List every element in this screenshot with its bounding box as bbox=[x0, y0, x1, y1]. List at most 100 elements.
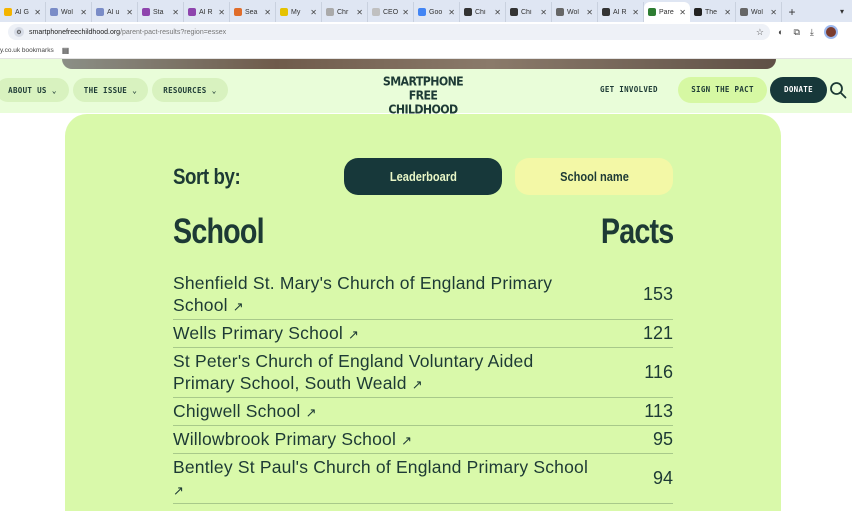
tab-favicon-icon bbox=[510, 8, 518, 16]
school-name: Willowbrook Primary School bbox=[173, 428, 397, 449]
close-tab-icon[interactable]: ✕ bbox=[679, 8, 686, 17]
close-tab-icon[interactable]: ✕ bbox=[632, 8, 639, 17]
browser-tab[interactable]: Sta ✕ bbox=[138, 2, 184, 22]
results-card: Sort by: Leaderboard School name School … bbox=[65, 114, 781, 511]
url-field[interactable]: ⚙ smartphonefreechildhood.org/parent-pac… bbox=[8, 24, 770, 40]
browser-tab[interactable]: The ✕ bbox=[690, 2, 736, 22]
browser-tab[interactable]: CEO ✕ bbox=[368, 2, 414, 22]
tab-favicon-icon bbox=[234, 8, 242, 16]
search-icon[interactable] bbox=[829, 81, 847, 99]
close-tab-icon[interactable]: ✕ bbox=[540, 8, 547, 17]
close-tab-icon[interactable]: ✕ bbox=[586, 8, 593, 17]
close-tab-icon[interactable]: ✕ bbox=[724, 8, 731, 17]
external-link-arrow-icon: ↗ bbox=[401, 432, 413, 448]
tab-favicon-icon bbox=[740, 8, 748, 16]
nav-about-us[interactable]: ABOUT US ⌄ bbox=[0, 78, 69, 102]
close-tab-icon[interactable]: ✕ bbox=[218, 8, 225, 17]
browser-tab[interactable]: AI u ✕ bbox=[92, 2, 138, 22]
browser-tab[interactable]: Pare ✕ bbox=[644, 2, 690, 22]
donate-button[interactable]: DONATE bbox=[770, 77, 827, 103]
school-link[interactable]: Bentley St Paul's Church of England Prim… bbox=[173, 456, 593, 502]
new-tab-button[interactable]: + bbox=[782, 2, 802, 22]
tab-favicon-icon bbox=[418, 8, 426, 16]
extension-icon[interactable]: ◐ bbox=[778, 27, 783, 37]
close-tab-icon[interactable]: ✕ bbox=[264, 8, 271, 17]
bookmark-item[interactable]: y.co.uk bookmarks bbox=[0, 47, 54, 54]
browser-tab[interactable]: Chi ✕ bbox=[460, 2, 506, 22]
school-link[interactable]: St Peter's Church of England Voluntary A… bbox=[173, 350, 593, 396]
pact-count: 153 bbox=[642, 284, 673, 304]
address-bar: ⚙ smartphonefreechildhood.org/parent-pac… bbox=[0, 22, 852, 42]
sign-the-pact-button[interactable]: SIGN THE PACT bbox=[678, 77, 767, 103]
tab-favicon-icon bbox=[50, 8, 58, 16]
tab-title: My bbox=[291, 8, 301, 16]
bookmark-star-icon[interactable]: ☆ bbox=[756, 27, 764, 38]
browser-tab[interactable]: AI R ✕ bbox=[184, 2, 230, 22]
browser-tab-strip: AI G ✕ Wol ✕ AI u ✕ Sta ✕ AI R ✕ Sea ✕ My ✕ Chr ✕ CEO ✕ Go… bbox=[0, 0, 852, 22]
browser-tab[interactable]: Sea ✕ bbox=[230, 2, 276, 22]
results-list: Shenfield St. Mary's Church of England P… bbox=[173, 270, 673, 504]
nav-the-issue[interactable]: THE ISSUE ⌄ bbox=[73, 78, 148, 102]
tab-title: Goo bbox=[429, 8, 443, 16]
sort-leaderboard-button[interactable]: Leaderboard bbox=[344, 158, 502, 195]
browser-tab[interactable]: Wol ✕ bbox=[736, 2, 782, 22]
nav-the-issue-label: THE ISSUE bbox=[83, 85, 128, 95]
browser-tab[interactable]: My ✕ bbox=[276, 2, 322, 22]
school-name: St Peter's Church of England Voluntary A… bbox=[173, 350, 534, 393]
pact-count: 113 bbox=[644, 401, 673, 421]
close-tab-icon[interactable]: ✕ bbox=[126, 8, 133, 17]
pacts-column-heading: Pacts bbox=[600, 212, 674, 251]
tab-title: Pare bbox=[659, 8, 674, 16]
pact-count: 121 bbox=[642, 323, 673, 343]
browser-tab[interactable]: Chi ✕ bbox=[506, 2, 552, 22]
school-name: Bentley St Paul's Church of England Prim… bbox=[173, 456, 589, 477]
table-row: Bentley St Paul's Church of England Prim… bbox=[173, 454, 673, 504]
sort-by-label: Sort by: bbox=[173, 164, 241, 189]
tab-favicon-icon bbox=[556, 8, 564, 16]
tab-favicon-icon bbox=[142, 8, 150, 16]
browser-tab[interactable]: Wol ✕ bbox=[46, 2, 92, 22]
browser-tab[interactable]: Goo ✕ bbox=[414, 2, 460, 22]
table-row: Shenfield St. Mary's Church of England P… bbox=[173, 270, 673, 320]
tab-search-icon[interactable]: ▾ bbox=[832, 2, 852, 22]
school-link[interactable]: Wells Primary School ↗ bbox=[173, 322, 593, 346]
tab-title: Chi bbox=[521, 8, 532, 16]
site-navigation: ABOUT US ⌄ THE ISSUE ⌄ RESOURCES ⌄ SMARTPHO… bbox=[0, 69, 852, 116]
pact-count: 116 bbox=[644, 362, 673, 382]
chevron-down-icon: ⌄ bbox=[51, 85, 57, 95]
close-tab-icon[interactable]: ✕ bbox=[34, 8, 41, 17]
browser-tab[interactable]: Chr ✕ bbox=[322, 2, 368, 22]
sort-school-name-button[interactable]: School name bbox=[515, 158, 673, 195]
extensions-puzzle-icon[interactable]: ⧉ bbox=[793, 27, 799, 38]
browser-tab[interactable]: AI G ✕ bbox=[0, 2, 46, 22]
school-link[interactable]: Chigwell School ↗ bbox=[173, 400, 593, 424]
browser-tab[interactable]: AI R ✕ bbox=[598, 2, 644, 22]
sort-leaderboard-label: Leaderboard bbox=[389, 169, 457, 184]
url-path: /parent-pact-results?region=essex bbox=[120, 28, 227, 36]
school-link[interactable]: Willowbrook Primary School ↗ bbox=[173, 428, 593, 452]
nav-about-us-label: ABOUT US bbox=[8, 85, 47, 95]
school-link[interactable]: Shenfield St. Mary's Church of England P… bbox=[173, 272, 593, 318]
close-tab-icon[interactable]: ✕ bbox=[172, 8, 179, 17]
tab-favicon-icon bbox=[602, 8, 610, 16]
close-tab-icon[interactable]: ✕ bbox=[356, 8, 363, 17]
close-tab-icon[interactable]: ✕ bbox=[402, 8, 409, 17]
download-icon[interactable]: ⤓ bbox=[810, 27, 814, 38]
get-involved-link[interactable]: GET INVOLVED bbox=[600, 78, 658, 102]
apps-grid-icon[interactable]: ▦ bbox=[62, 46, 70, 55]
browser-tab[interactable]: Wol ✕ bbox=[552, 2, 598, 22]
close-tab-icon[interactable]: ✕ bbox=[494, 8, 501, 17]
nav-resources[interactable]: RESOURCES ⌄ bbox=[152, 78, 228, 102]
close-tab-icon[interactable]: ✕ bbox=[80, 8, 87, 17]
tab-title: AI R bbox=[613, 8, 627, 16]
close-tab-icon[interactable]: ✕ bbox=[310, 8, 317, 17]
site-logo[interactable]: SMARTPHONE FREE CHILDHOOD bbox=[376, 75, 470, 116]
table-row: St Peter's Church of England Voluntary A… bbox=[173, 348, 673, 398]
bookmarks-bar: y.co.uk bookmarks ▦ bbox=[0, 42, 852, 59]
tab-title: Wol bbox=[61, 8, 73, 16]
site-info-icon[interactable]: ⚙ bbox=[14, 27, 24, 37]
profile-avatar[interactable] bbox=[823, 25, 838, 39]
tab-title: Sta bbox=[153, 8, 164, 16]
close-tab-icon[interactable]: ✕ bbox=[448, 8, 455, 17]
close-tab-icon[interactable]: ✕ bbox=[770, 8, 777, 17]
